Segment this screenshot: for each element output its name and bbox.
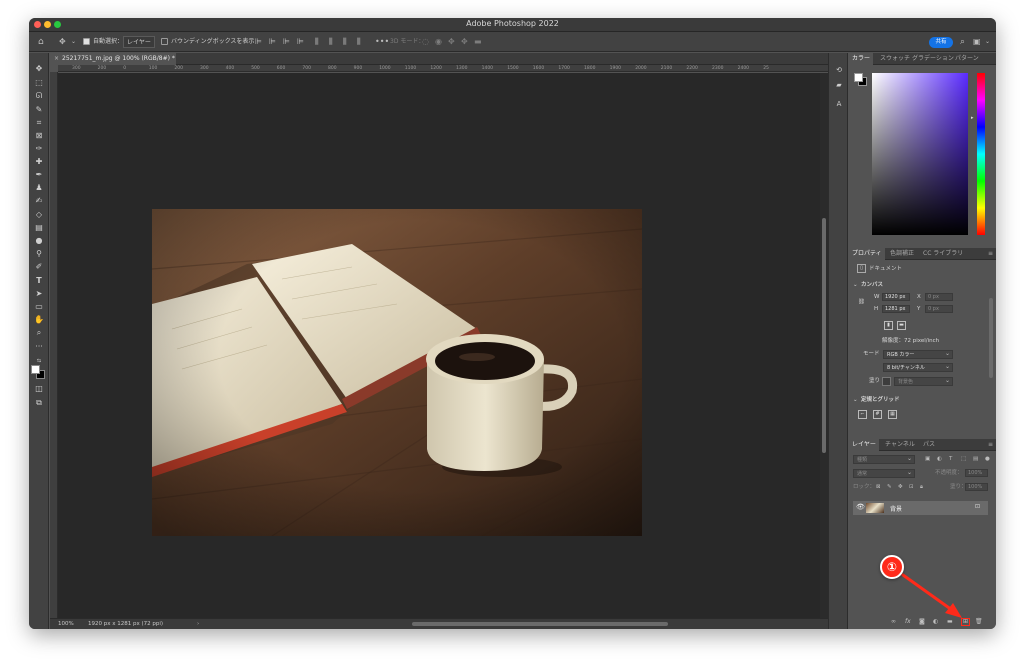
foreground-swatch[interactable] <box>854 73 863 82</box>
annotation-arrow <box>901 573 962 618</box>
foreground-color-swatch[interactable] <box>31 365 40 374</box>
annotation-step-badge: ① <box>880 555 904 579</box>
